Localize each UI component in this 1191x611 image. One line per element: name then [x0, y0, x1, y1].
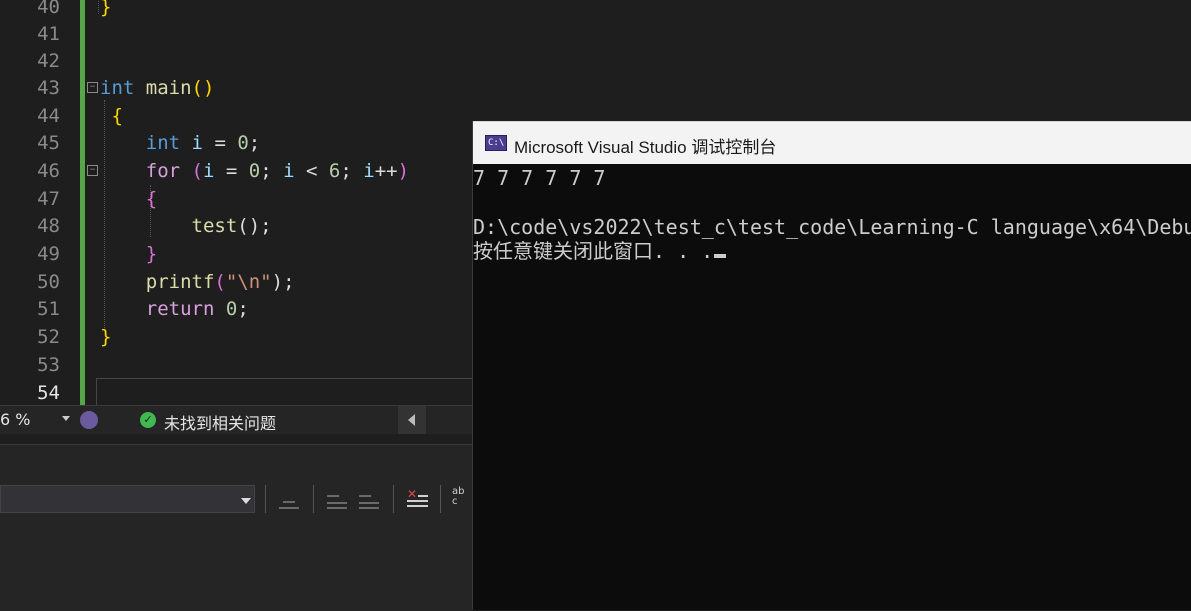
- brace: {: [111, 105, 123, 127]
- number: 0: [248, 160, 261, 182]
- keyword: int: [145, 132, 181, 154]
- current-line-highlight: [96, 378, 476, 406]
- brace: }: [100, 0, 112, 18]
- code-line-50[interactable]: printf("\n");: [100, 268, 295, 296]
- keyword: for: [145, 160, 181, 182]
- variable: i: [283, 160, 295, 182]
- line-number: 48: [37, 215, 60, 237]
- line-number: 40: [37, 0, 60, 18]
- brush-icon[interactable]: [80, 411, 98, 429]
- function-name: main: [145, 77, 192, 99]
- toolbar-separator: [440, 485, 441, 513]
- separator: ;: [340, 160, 364, 182]
- console-app-icon: C:\: [485, 135, 507, 151]
- number: 0: [237, 132, 249, 154]
- console-title-bar[interactable]: C:\ Microsoft Visual Studio 调试控制台: [473, 121, 1191, 164]
- previous-message-icon[interactable]: [325, 487, 349, 511]
- change-tracking-bar: [80, 0, 85, 405]
- output-panel: ✕ ab c: [0, 444, 472, 611]
- operator: =: [203, 132, 238, 154]
- code-line-49[interactable]: }: [100, 240, 157, 268]
- fold-toggle-icon[interactable]: −: [87, 165, 98, 176]
- toolbar-separator: [313, 485, 314, 513]
- chevron-left-icon[interactable]: [398, 406, 426, 434]
- keyword: return: [145, 298, 215, 320]
- variable: i: [191, 132, 203, 154]
- code-line-46[interactable]: for (i = 0; i < 6; i++): [100, 157, 409, 185]
- console-title: Microsoft Visual Studio 调试控制台: [514, 138, 777, 157]
- line-number: 44: [37, 105, 60, 127]
- line-number: 46: [37, 160, 60, 182]
- line-number: 47: [37, 188, 60, 210]
- console-cursor: [714, 254, 727, 258]
- parens: (): [191, 77, 215, 99]
- paren: );: [271, 271, 295, 293]
- next-message-icon[interactable]: [357, 487, 381, 511]
- semicolon: ;: [237, 298, 249, 320]
- divider: [0, 434, 472, 444]
- operator: <: [294, 160, 329, 182]
- string-literal: "\n": [225, 271, 272, 293]
- fold-toggle-icon[interactable]: −: [87, 82, 98, 93]
- line-number: 49: [37, 243, 60, 265]
- code-line-45[interactable]: int i = 0;: [100, 129, 260, 157]
- code-line-47[interactable]: {: [100, 185, 157, 213]
- line-number: 42: [37, 50, 60, 72]
- code-line-40[interactable]: }: [100, 0, 111, 21]
- dropdown-arrow-icon[interactable]: [62, 416, 70, 421]
- output-source-dropdown[interactable]: [0, 485, 255, 513]
- variable: i: [363, 160, 375, 182]
- number: 6: [328, 160, 341, 182]
- operator: =: [214, 160, 249, 182]
- separator: ;: [260, 160, 284, 182]
- toolbar-separator: [393, 485, 394, 513]
- line-number: 51: [37, 298, 60, 320]
- operator: ++: [374, 160, 398, 182]
- code-line-48[interactable]: test();: [100, 212, 272, 240]
- clear-all-icon[interactable]: ✕: [405, 487, 429, 511]
- code-line-51[interactable]: return 0;: [100, 295, 249, 323]
- function-name: printf: [145, 271, 215, 293]
- editor-status-bar: 6 % ✓ 未找到相关问题: [0, 405, 472, 434]
- function-name: test: [191, 215, 238, 237]
- code-line-52[interactable]: }: [100, 323, 111, 351]
- brace: }: [100, 326, 112, 348]
- line-number: 45: [37, 132, 60, 154]
- line-number: 53: [37, 354, 60, 376]
- paren: (: [180, 160, 203, 182]
- paren: ): [397, 160, 410, 182]
- executable-path-line: D:\code\vs2022\test_c\test_code\Learning…: [473, 215, 1191, 239]
- line-number: 41: [37, 23, 60, 45]
- line-number: 43: [37, 77, 60, 99]
- paren: (: [214, 271, 226, 293]
- issues-status[interactable]: 未找到相关问题: [164, 410, 276, 434]
- call-parens: ();: [237, 215, 272, 237]
- prompt-text: 按任意键关闭此窗口. . .: [473, 239, 714, 263]
- semicolon: ;: [248, 132, 261, 154]
- program-output: 7 7 7 7 7 7: [473, 166, 606, 190]
- code-line-43[interactable]: int main(): [100, 74, 214, 102]
- press-key-prompt: 按任意键关闭此窗口. . .: [473, 239, 727, 263]
- code-line-44[interactable]: {: [100, 102, 123, 130]
- check-circle-icon: ✓: [140, 412, 156, 428]
- brace: }: [145, 243, 158, 265]
- dropdown-arrow-icon: [241, 498, 251, 504]
- debug-console-window[interactable]: C:\ Microsoft Visual Studio 调试控制台 7 7 7 …: [472, 121, 1191, 610]
- go-to-source-icon[interactable]: [277, 487, 301, 511]
- line-number: 50: [37, 271, 60, 293]
- toolbar-separator: [265, 485, 266, 513]
- brace: {: [145, 188, 158, 210]
- indent-guide: [98, 0, 99, 14]
- variable: i: [202, 160, 215, 182]
- current-line-number: 54: [37, 382, 60, 404]
- keyword: int: [100, 77, 135, 99]
- zoom-level[interactable]: 6 %: [0, 410, 30, 429]
- line-number: 52: [37, 326, 60, 348]
- number: 0: [225, 298, 238, 320]
